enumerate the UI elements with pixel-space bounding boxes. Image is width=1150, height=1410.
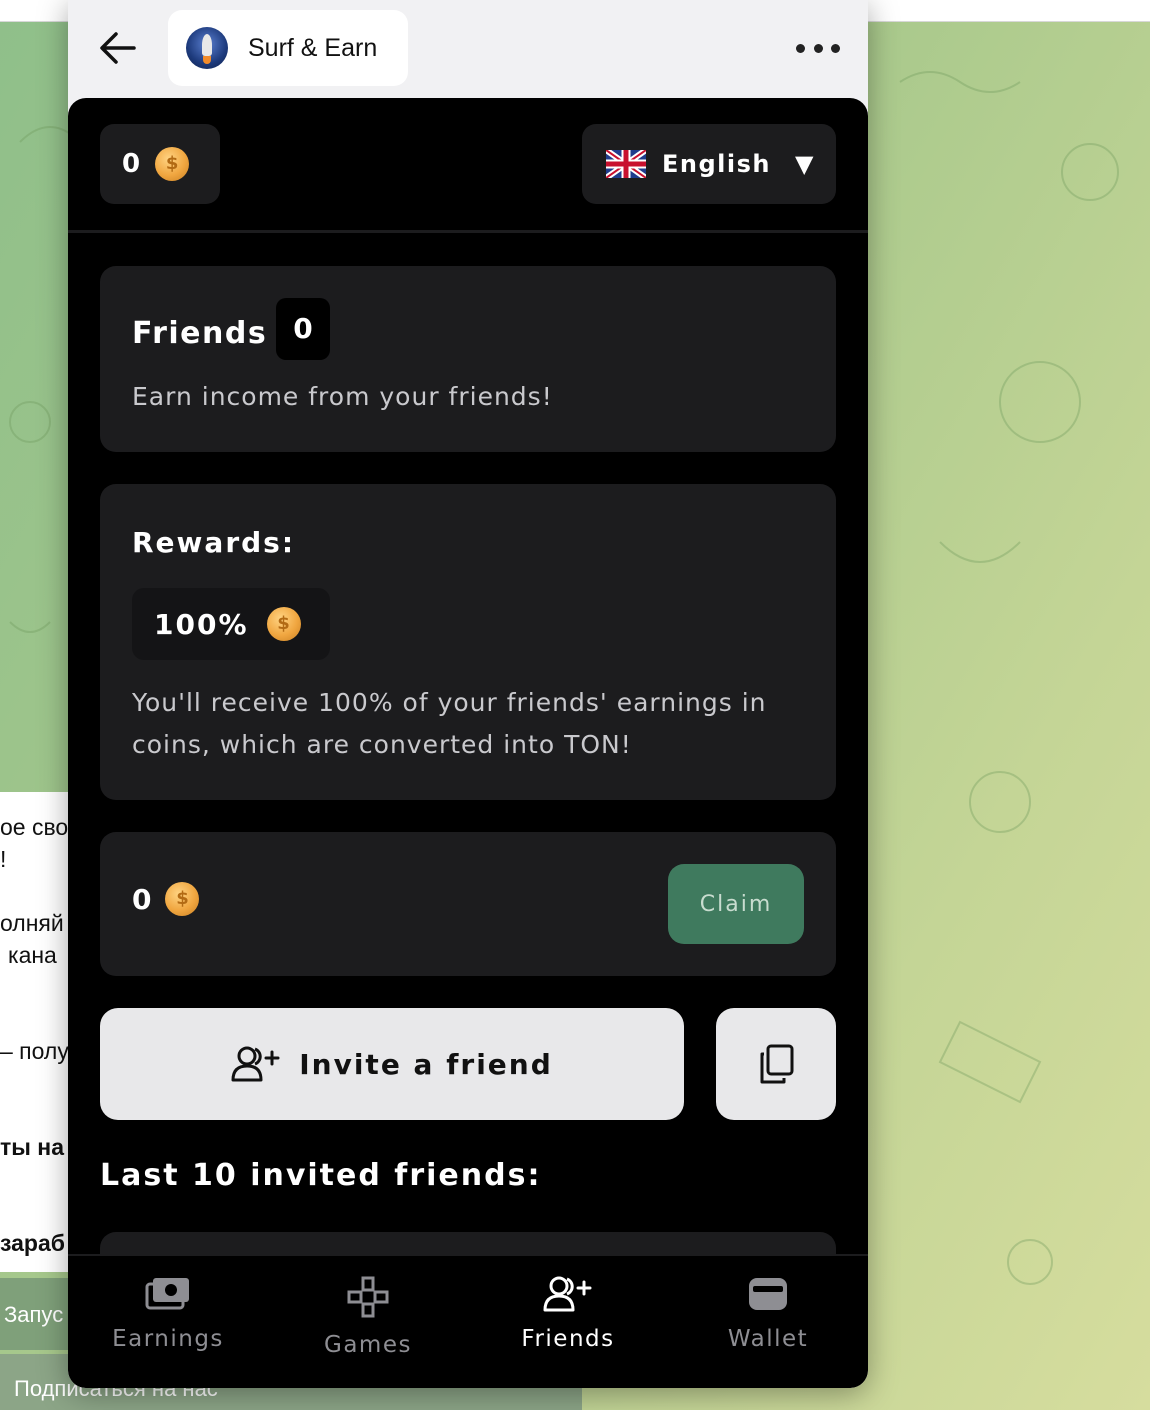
rewards-description: You'll receive 100% of your friends' ear… xyxy=(132,688,767,759)
friends-card: Friends 0 Earn income from your friends! xyxy=(100,266,836,452)
dot-icon xyxy=(813,43,823,53)
balance-display: 0 xyxy=(100,124,220,204)
claim-button[interactable]: Claim xyxy=(668,864,804,944)
more-options-button[interactable] xyxy=(796,36,840,60)
coin-icon xyxy=(266,607,301,641)
chat-line: ты на xyxy=(0,1134,64,1160)
add-user-icon xyxy=(231,1046,280,1082)
claimable-value: 0 xyxy=(132,882,152,916)
claim-card: 0 Claim xyxy=(100,832,836,976)
invited-list-heading: Last 10 invited friends: xyxy=(100,1158,542,1193)
chat-line: – полу xyxy=(0,1038,69,1064)
language-select[interactable]: English ▼ xyxy=(582,124,836,204)
tab-wallet[interactable]: Wallet xyxy=(668,1256,868,1388)
wallet-icon xyxy=(749,1278,787,1310)
tab-label: Games xyxy=(324,1332,412,1358)
rewards-heading: Rewards: xyxy=(132,526,296,559)
balance-value: 0 xyxy=(122,149,142,179)
mini-app-titlebar: Surf & Earn xyxy=(68,0,868,98)
chat-line: кана xyxy=(8,942,57,968)
app-content: 0 English ▼ Friends 0 Earn income from y… xyxy=(68,98,868,1388)
copy-icon xyxy=(760,1044,794,1084)
coin-icon xyxy=(165,882,200,916)
rewards-card: Rewards: 100% You'll receive 100% of you… xyxy=(100,484,836,800)
friends-heading: Friends xyxy=(132,316,268,351)
app-title-pill[interactable]: Surf & Earn xyxy=(168,10,408,86)
copy-link-button[interactable] xyxy=(716,1008,836,1120)
rewards-percent-badge: 100% xyxy=(132,588,330,660)
dot-icon xyxy=(796,43,805,53)
coin-icon xyxy=(155,147,190,181)
tab-earnings[interactable]: Earnings xyxy=(68,1256,268,1388)
tab-games[interactable]: Games xyxy=(268,1256,468,1388)
friends-subtitle: Earn income from your friends! xyxy=(132,382,553,411)
chat-line: ое сво xyxy=(0,814,69,840)
language-label: English xyxy=(662,150,771,178)
chat-line: олняй xyxy=(0,910,64,936)
tab-label: Wallet xyxy=(727,1326,809,1352)
back-button[interactable] xyxy=(96,26,140,70)
add-user-icon xyxy=(543,1276,592,1312)
chat-line: зараб xyxy=(0,1230,65,1256)
uk-flag-icon xyxy=(606,150,646,178)
chat-line: ! xyxy=(0,846,7,872)
app-logo xyxy=(186,27,228,69)
tab-label: Friends xyxy=(521,1326,615,1352)
app-title: Surf & Earn xyxy=(248,33,378,62)
dot-icon xyxy=(831,43,840,53)
tab-friends[interactable]: Friends xyxy=(468,1256,668,1388)
money-icon xyxy=(145,1278,189,1310)
arrow-left-icon xyxy=(100,32,136,64)
claimable-amount: 0 xyxy=(132,882,200,916)
friends-count: 0 xyxy=(276,298,330,360)
tab-label: Earnings xyxy=(112,1326,224,1352)
rewards-percent: 100% xyxy=(154,607,249,641)
gamepad-icon xyxy=(347,1276,389,1318)
mini-app-window: Surf & Earn 0 English ▼ Fr xyxy=(68,0,868,1388)
triangle-down-icon: ▼ xyxy=(794,150,814,178)
invite-friend-button[interactable]: Invite a friend xyxy=(100,1008,684,1120)
invite-friend-label: Invite a friend xyxy=(299,1047,553,1081)
header-divider xyxy=(68,230,868,233)
bottom-tab-bar: Earnings Games Friends Wallet xyxy=(68,1254,868,1388)
